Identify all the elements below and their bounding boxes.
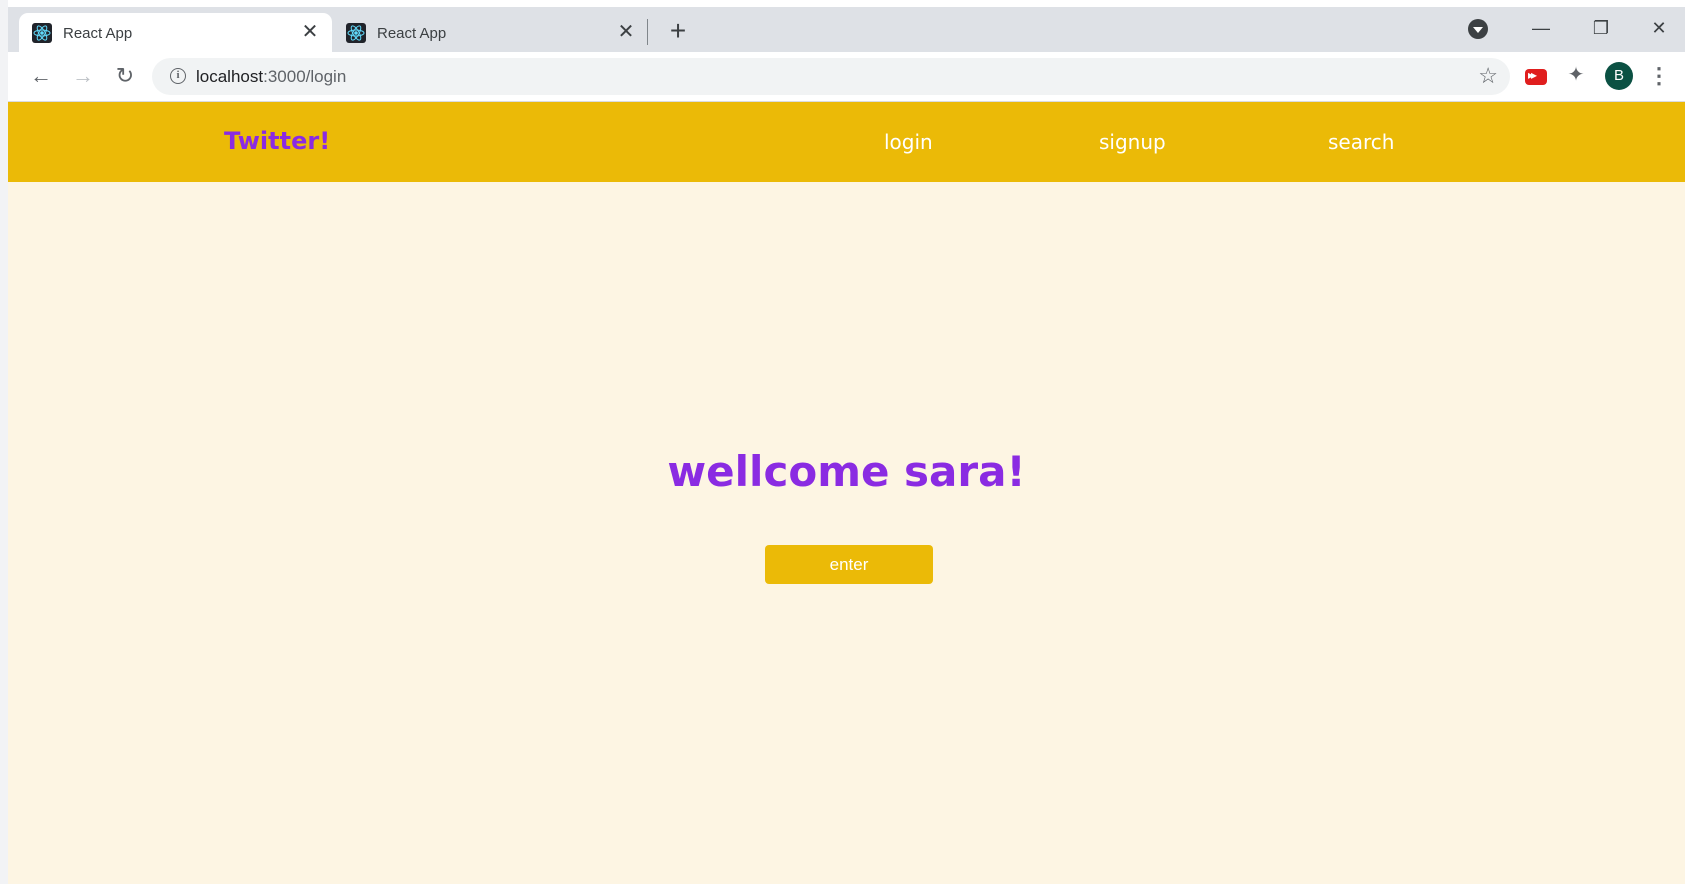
tab-search-icon[interactable] — [1468, 19, 1488, 39]
tab-separator — [647, 19, 648, 45]
avatar[interactable]: B — [1605, 62, 1633, 90]
minimize-button[interactable]: — — [1520, 13, 1562, 43]
enter-button[interactable]: enter — [765, 545, 933, 584]
url-path: :3000/login — [263, 67, 347, 86]
star-icon[interactable]: ☆ — [1478, 63, 1498, 89]
window-edge — [0, 0, 8, 884]
react-logo-icon — [32, 23, 52, 43]
close-icon[interactable]: ✕ — [614, 20, 638, 44]
welcome-heading: wellcome sara! — [667, 447, 1026, 496]
url-host: localhost — [196, 67, 264, 86]
browser-toolbar: ← → ↻ i localhost:3000/login ☆ ✦ B ⋮ — [8, 52, 1685, 102]
nav-link-search[interactable]: search — [1328, 130, 1394, 154]
nav-link-signup[interactable]: signup — [1099, 130, 1166, 154]
app-viewport: Twitter! login signup search wellcome sa… — [8, 102, 1685, 884]
info-icon[interactable]: i — [170, 68, 186, 84]
tab-strip: React App ✕ React App ✕ + — ❐ ✕ — [8, 7, 1685, 52]
restore-button[interactable]: ❐ — [1580, 13, 1622, 43]
youtube-extension-icon[interactable] — [1525, 68, 1547, 85]
app-navbar: Twitter! login signup search — [8, 102, 1685, 182]
reload-icon[interactable]: ↻ — [109, 60, 141, 92]
brand-logo[interactable]: Twitter! — [224, 127, 330, 155]
react-logo-icon — [346, 23, 366, 43]
tab-title: React App — [377, 25, 447, 42]
tab-title: React App — [63, 25, 133, 42]
back-arrow-icon[interactable]: ← — [25, 60, 57, 92]
close-icon[interactable]: ✕ — [298, 20, 322, 44]
nav-link-login[interactable]: login — [884, 130, 933, 154]
url-text[interactable]: localhost:3000/login — [196, 67, 346, 87]
plus-icon[interactable]: + — [664, 17, 692, 46]
tab-react-app[interactable]: React App ✕ — [333, 13, 648, 52]
kebab-menu-icon[interactable]: ⋮ — [1648, 62, 1670, 90]
address-bar[interactable]: i localhost:3000/login ☆ — [152, 58, 1510, 95]
window-close-button[interactable]: ✕ — [1638, 13, 1680, 43]
browser-window: React App ✕ React App ✕ + — ❐ ✕ ← → ↻ i … — [8, 7, 1685, 884]
puzzle-icon[interactable]: ✦ — [1564, 63, 1588, 87]
forward-arrow-icon[interactable]: → — [67, 60, 99, 92]
tab-react-app-active[interactable]: React App ✕ — [19, 13, 332, 52]
